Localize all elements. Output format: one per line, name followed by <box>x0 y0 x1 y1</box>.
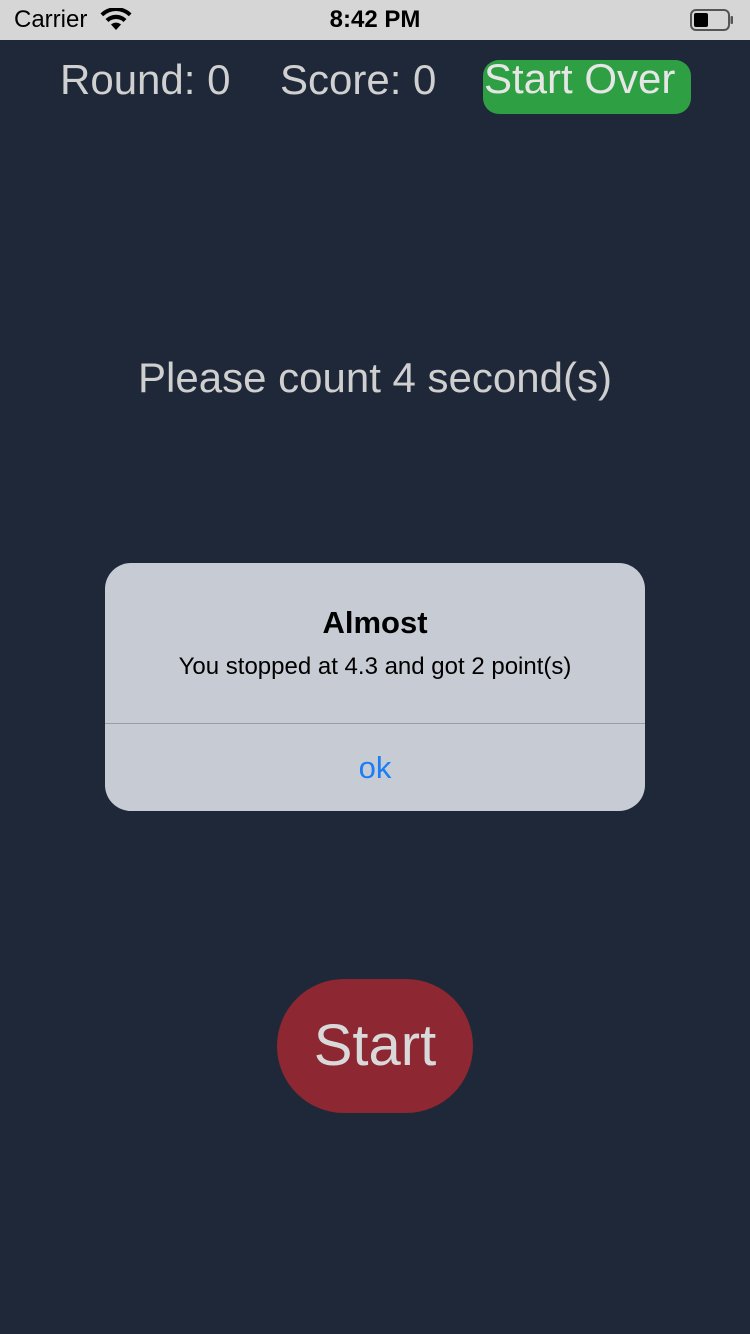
battery-icon <box>690 9 733 31</box>
alert-title: Almost <box>322 605 428 640</box>
status-time: 8:42 PM <box>329 6 421 33</box>
round-label: Round: 0 <box>60 56 231 103</box>
alert-ok-button[interactable]: ok <box>105 724 645 811</box>
count-prompt: Please count 4 second(s) <box>138 354 612 401</box>
app-screen: Carrier 8:42 PM Round: 0 Score: 0 Start … <box>0 0 750 1334</box>
start-button[interactable]: Start <box>277 979 473 1113</box>
score-label: Score: 0 <box>280 56 437 103</box>
start-over-label: Start Over <box>484 60 676 102</box>
status-bar: Carrier 8:42 PM <box>0 0 750 40</box>
start-over-button[interactable]: Start Over <box>483 60 691 114</box>
result-alert: Almost You stopped at 4.3 and got 2 poin… <box>105 563 645 811</box>
alert-message: You stopped at 4.3 and got 2 point(s) <box>178 653 572 680</box>
